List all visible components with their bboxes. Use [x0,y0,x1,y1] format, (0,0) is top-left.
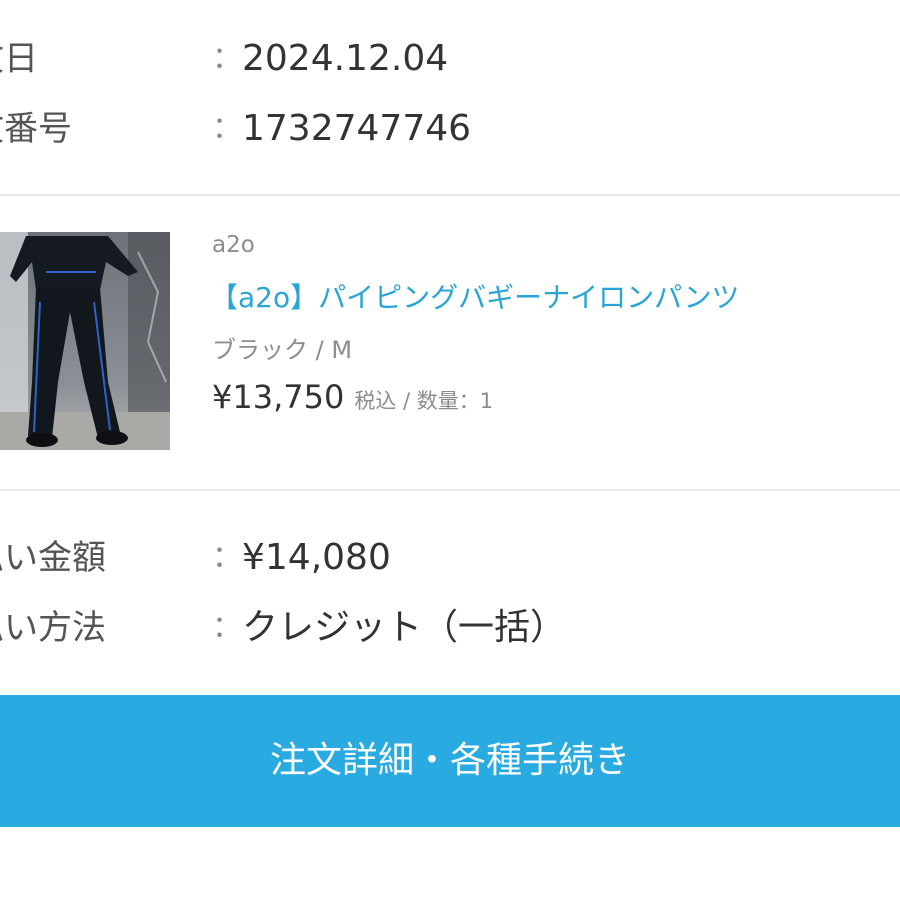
payment-amount-row: 払い金額 ： ¥14,080 [0,523,900,593]
order-confirmation-page: 文日 ： 2024.12.04 文番号 ： 1732747746 [0,0,900,900]
payment-method-value: クレジット（一括） [242,607,567,648]
order-number-label: 文番号 [0,109,72,149]
product-brand: a2o [212,232,255,258]
order-details-button[interactable]: 注文詳細・各種手続き [0,695,900,827]
product-variant: ブラック / M [212,336,353,364]
order-date-row: 文日 ： 2024.12.04 [0,24,900,94]
payment-method-row: 払い方法 ： クレジット（一括） [0,593,900,663]
order-number-value: 1732747746 [242,108,472,149]
separator: ： [212,111,242,146]
separator: ： [212,610,242,645]
product-photo-icon[interactable] [0,232,170,450]
order-info-section: 文日 ： 2024.12.04 文番号 ： 1732747746 [0,24,900,164]
tax-quantity-note: 税込 / 数量：1 [354,389,494,413]
order-date-value: 2024.12.04 [242,38,449,79]
product-price: ¥13,750 [212,378,345,416]
separator: ： [212,540,242,575]
payment-amount-value: ¥14,080 [242,537,391,578]
separator: ： [212,41,242,76]
payment-method-label: 払い方法 [0,608,106,648]
divider [0,489,900,491]
product-item: a2o 【a2o】パイピングバギーナイロンパンツ ブラック / M ¥13,75… [0,196,900,489]
payment-info-section: 払い金額 ： ¥14,080 払い方法 ： クレジット（一括） [0,523,900,663]
order-date-label: 文日 [0,39,38,79]
product-title-link[interactable]: 【a2o】パイピングバギーナイロンパンツ [210,276,740,316]
payment-amount-label: 払い金額 [0,538,106,578]
price-line: ¥13,750 税込 / 数量：1 [212,378,493,416]
order-number-row: 文番号 ： 1732747746 [0,94,900,164]
